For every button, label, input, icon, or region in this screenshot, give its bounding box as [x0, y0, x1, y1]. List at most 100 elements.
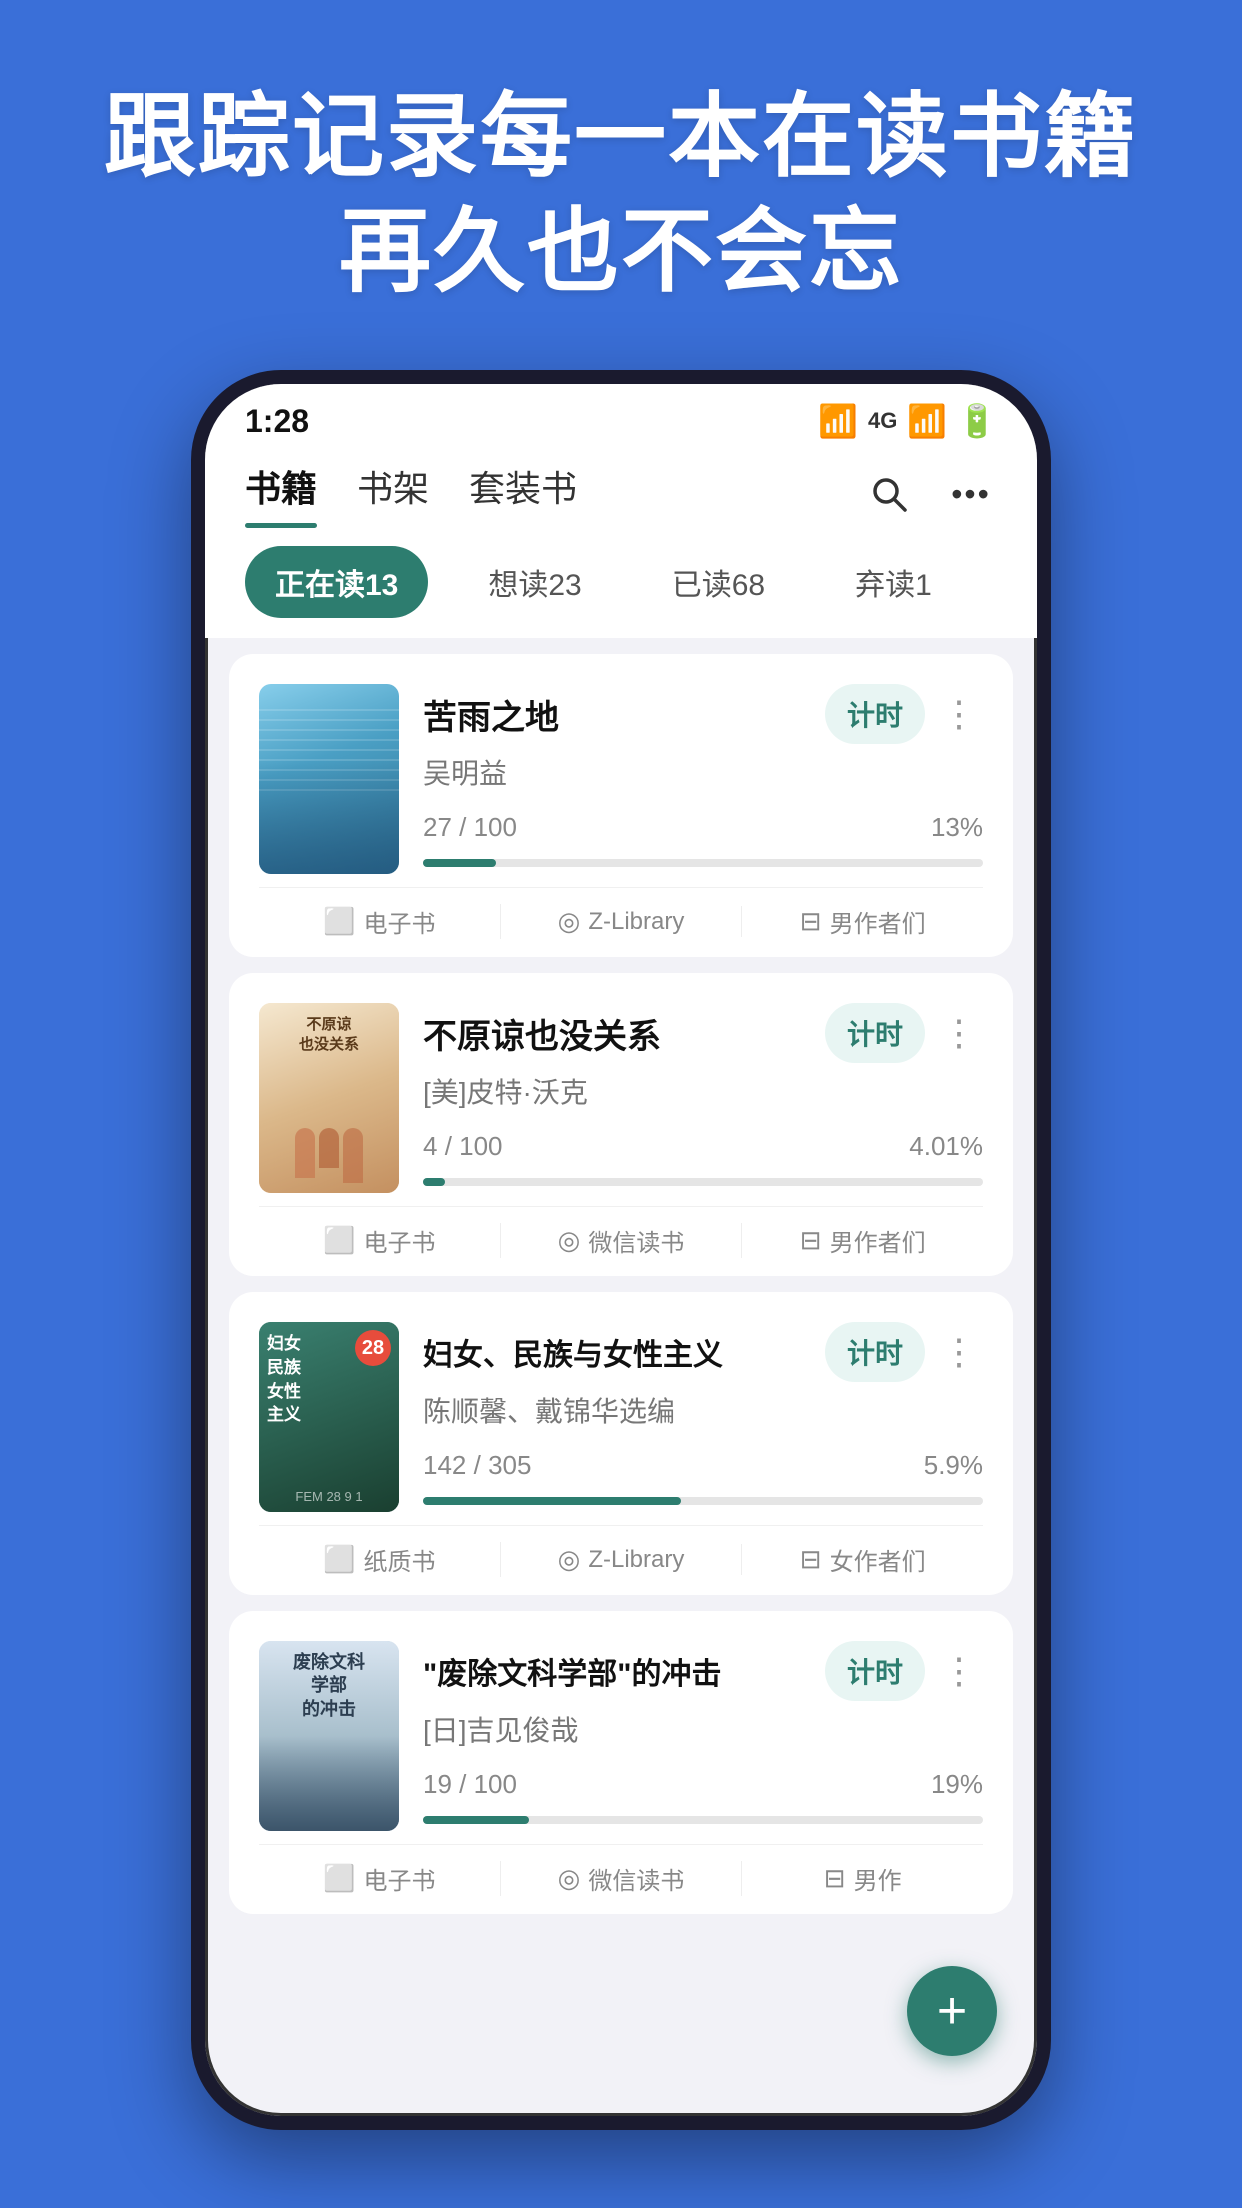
hero-title: 跟踪记录每一本在读书籍 再久也不会忘: [60, 80, 1182, 310]
source-icon-4: ◎: [558, 1863, 581, 1894]
book-main-2: 不原谅也没关系 不原谅也没关系 计时 ⋮ [美]皮特·沃克: [259, 1003, 983, 1202]
signal-4g-icon: 4G: [868, 408, 897, 434]
phone-frame: 1:28 📶 4G 📶 🔋 书籍 书架 套装书: [191, 370, 1051, 2130]
source-icon-1: ◎: [558, 906, 581, 937]
signal-bars-icon: 📶: [907, 402, 947, 440]
tab-sets[interactable]: 套装书: [469, 460, 577, 528]
book-card-4: 废除文科学部的冲击 "废除文科学部"的冲击 计时 ⋮ [日]吉见俊哉: [229, 1611, 1013, 1914]
book-group-2: ⊟ 男作者们: [742, 1223, 983, 1258]
progress-pct-1: 13%: [931, 812, 983, 843]
progress-pct-3: 5.9%: [924, 1450, 983, 1481]
add-book-button[interactable]: +: [907, 1966, 997, 2056]
book-meta-4: ⬜ 电子书 ◎ 微信读书 ⊟ 男作: [259, 1844, 983, 1914]
book-info-2: 不原谅也没关系 计时 ⋮ [美]皮特·沃克 4 / 100 4.01%: [423, 1003, 983, 1202]
book-type-1: ⬜ 电子书: [259, 904, 501, 939]
progress-row-4: 19 / 100 19%: [423, 1769, 983, 1800]
progress-fill-4: [423, 1816, 529, 1824]
book-title-row-3: 妇女、民族与女性主义 计时 ⋮: [423, 1322, 983, 1382]
type-icon-2: ⬜: [323, 1225, 355, 1256]
book-group-4: ⊟ 男作: [742, 1861, 983, 1896]
book-type-4: ⬜ 电子书: [259, 1861, 501, 1896]
more-button[interactable]: •••: [945, 468, 997, 520]
more-button-3[interactable]: ⋮: [935, 1331, 983, 1373]
book-meta-2: ⬜ 电子书 ◎ 微信读书 ⊟ 男作者们: [259, 1206, 983, 1276]
book-author-4: [日]吉见俊哉: [423, 1709, 983, 1749]
tab-bookshelf[interactable]: 书架: [357, 460, 429, 528]
book-main-3: 28 妇女民族女性主义 FEM 28 9 1 妇女、民族与女性主义 计时 ⋮ 陈: [259, 1322, 983, 1521]
book-group-3: ⊟ 女作者们: [742, 1542, 983, 1577]
book-source-1: ◎ Z-Library: [501, 906, 743, 937]
book-info-1: 苦雨之地 计时 ⋮ 吴明益 27 / 100 13%: [423, 684, 983, 883]
filter-want[interactable]: 想读23: [458, 546, 611, 618]
progress-bar-3: [423, 1497, 983, 1505]
progress-pct-2: 4.01%: [909, 1131, 983, 1162]
timer-button-3[interactable]: 计时: [825, 1322, 925, 1382]
book-title-2: 不原谅也没关系: [423, 1009, 661, 1058]
battery-icon: 🔋: [957, 402, 997, 440]
book-main-4: 废除文科学部的冲击 "废除文科学部"的冲击 计时 ⋮ [日]吉见俊哉: [259, 1641, 983, 1840]
book-list: 苦雨之地 计时 ⋮ 吴明益 27 / 100 13%: [205, 638, 1037, 2116]
source-icon-3: ◎: [558, 1544, 581, 1575]
book-info-3: 妇女、民族与女性主义 计时 ⋮ 陈顺馨、戴锦华选编 142 / 305 5.9%: [423, 1322, 983, 1521]
book-card-2: 不原谅也没关系 不原谅也没关系 计时 ⋮ [美]皮特·沃克: [229, 973, 1013, 1276]
phone-wrapper: 1:28 📶 4G 📶 🔋 书籍 书架 套装书: [191, 370, 1051, 2208]
progress-row-3: 142 / 305 5.9%: [423, 1450, 983, 1481]
type-icon-4: ⬜: [323, 1863, 355, 1894]
progress-pct-4: 19%: [931, 1769, 983, 1800]
status-time: 1:28: [245, 403, 309, 440]
book-info-4: "废除文科学部"的冲击 计时 ⋮ [日]吉见俊哉 19 / 100 19%: [423, 1641, 983, 1840]
nav-icons: •••: [863, 468, 997, 520]
status-icons: 📶 4G 📶 🔋: [818, 402, 997, 440]
book-cover-1: [259, 684, 399, 874]
timer-button-2[interactable]: 计时: [825, 1003, 925, 1063]
progress-row-2: 4 / 100 4.01%: [423, 1131, 983, 1162]
type-icon-1: ⬜: [323, 906, 355, 937]
book-main-1: 苦雨之地 计时 ⋮ 吴明益 27 / 100 13%: [259, 684, 983, 883]
nav-tabs: 书籍 书架 套装书: [245, 460, 577, 528]
book-author-2: [美]皮特·沃克: [423, 1071, 983, 1111]
book-group-1: ⊟ 男作者们: [742, 904, 983, 939]
book-meta-3: ⬜ 纸质书 ◎ Z-Library ⊟ 女作者们: [259, 1525, 983, 1595]
search-button[interactable]: [863, 468, 915, 520]
book-card-1: 苦雨之地 计时 ⋮ 吴明益 27 / 100 13%: [229, 654, 1013, 957]
filter-reading[interactable]: 正在读13: [245, 546, 428, 618]
book-type-3: ⬜ 纸质书: [259, 1542, 501, 1577]
book-meta-1: ⬜ 电子书 ◎ Z-Library ⊟ 男作者们: [259, 887, 983, 957]
filter-read[interactable]: 已读68: [642, 546, 795, 618]
book-title-1: 苦雨之地: [423, 690, 559, 739]
book-source-4: ◎ 微信读书: [501, 1861, 743, 1896]
progress-bar-1: [423, 859, 983, 867]
progress-row-1: 27 / 100 13%: [423, 812, 983, 843]
book-title-row-1: 苦雨之地 计时 ⋮: [423, 684, 983, 744]
book-title-row-2: 不原谅也没关系 计时 ⋮: [423, 1003, 983, 1063]
progress-text-1: 27 / 100: [423, 812, 517, 843]
book-source-3: ◎ Z-Library: [501, 1544, 743, 1575]
timer-button-1[interactable]: 计时: [825, 684, 925, 744]
group-icon-3: ⊟: [800, 1544, 822, 1575]
book-author-3: 陈顺馨、戴锦华选编: [423, 1390, 983, 1430]
group-icon-1: ⊟: [800, 906, 822, 937]
book-cover-4: 废除文科学部的冲击: [259, 1641, 399, 1831]
timer-button-4[interactable]: 计时: [825, 1641, 925, 1701]
source-icon-2: ◎: [558, 1225, 581, 1256]
tab-books[interactable]: 书籍: [245, 460, 317, 528]
book-author-1: 吴明益: [423, 752, 983, 792]
progress-text-4: 19 / 100: [423, 1769, 517, 1800]
more-button-1[interactable]: ⋮: [935, 693, 983, 735]
book-card-3: 28 妇女民族女性主义 FEM 28 9 1 妇女、民族与女性主义 计时 ⋮ 陈: [229, 1292, 1013, 1595]
progress-fill-2: [423, 1178, 445, 1186]
more-button-4[interactable]: ⋮: [935, 1650, 983, 1692]
book-cover-3: 28 妇女民族女性主义 FEM 28 9 1: [259, 1322, 399, 1512]
type-icon-3: ⬜: [323, 1544, 355, 1575]
progress-bar-2: [423, 1178, 983, 1186]
book-cover-2: 不原谅也没关系: [259, 1003, 399, 1193]
more-button-2[interactable]: ⋮: [935, 1012, 983, 1054]
progress-bar-4: [423, 1816, 983, 1824]
progress-fill-3: [423, 1497, 681, 1505]
hero-section: 跟踪记录每一本在读书籍 再久也不会忘: [0, 0, 1242, 370]
group-icon-4: ⊟: [824, 1863, 846, 1894]
book-title-row-4: "废除文科学部"的冲击 计时 ⋮: [423, 1641, 983, 1701]
progress-text-2: 4 / 100: [423, 1131, 503, 1162]
filter-abandoned[interactable]: 弃读1: [825, 546, 962, 618]
progress-text-3: 142 / 305: [423, 1450, 531, 1481]
